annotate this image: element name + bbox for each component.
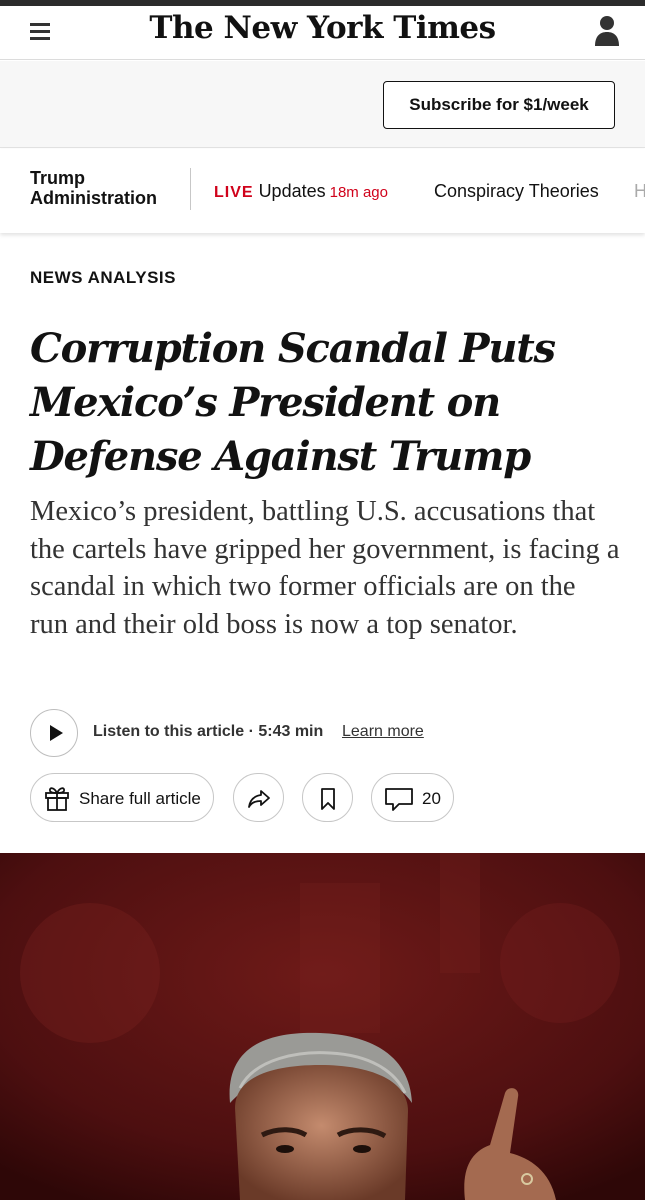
nav-divider [190, 168, 191, 210]
hero-photo-graphic [0, 853, 645, 1200]
user-account-icon[interactable] [593, 12, 621, 48]
nav-link-conspiracy-theories[interactable]: Conspiracy Theories [434, 181, 599, 202]
comment-count: 20 [422, 789, 441, 808]
nav-link-truncated[interactable]: H [634, 181, 645, 202]
section-title-line1: Trump [30, 168, 86, 188]
share-full-article-button[interactable]: Share full article [30, 773, 214, 822]
subscribe-button[interactable]: Subscribe for $1/week [383, 81, 615, 129]
learn-more-link[interactable]: Learn more [342, 723, 424, 741]
masthead: The New York Times [0, 6, 645, 60]
nyt-logo[interactable]: The New York Times [140, 10, 505, 46]
bookmark-icon [321, 788, 335, 810]
hamburger-menu-icon[interactable] [28, 20, 52, 42]
live-timestamp: 18m ago [329, 184, 388, 201]
share-button[interactable] [233, 773, 284, 822]
gift-icon [45, 787, 69, 811]
comments-button[interactable]: 20 [371, 773, 454, 822]
section-title[interactable]: Trump Administration [30, 168, 180, 208]
section-title-line2: Administration [30, 188, 158, 208]
live-label: Updates [258, 181, 326, 201]
save-bookmark-button[interactable] [302, 773, 353, 822]
share-full-article-label: Share full article [79, 789, 201, 808]
listen-label: Listen to this article · 5:43 min [93, 723, 324, 740]
play-icon [50, 725, 63, 741]
section-nav: Trump Administration LIVE Updates 18m ago … [0, 149, 645, 233]
comment-icon [385, 788, 413, 811]
live-updates-link[interactable]: LIVE Updates 18m ago [214, 181, 388, 202]
article-kicker: NEWS ANALYSIS [30, 268, 176, 287]
live-tag: LIVE [214, 184, 254, 201]
article-headline: Corruption Scandal Puts Mexico’s Preside… [30, 325, 556, 480]
article-summary: Mexico’s president, battling U.S. accusa… [30, 496, 620, 640]
hero-photo[interactable] [0, 853, 645, 1200]
play-audio-button[interactable] [30, 709, 78, 757]
share-arrow-icon [248, 790, 270, 808]
subscribe-banner: Subscribe for $1/week [0, 61, 645, 148]
